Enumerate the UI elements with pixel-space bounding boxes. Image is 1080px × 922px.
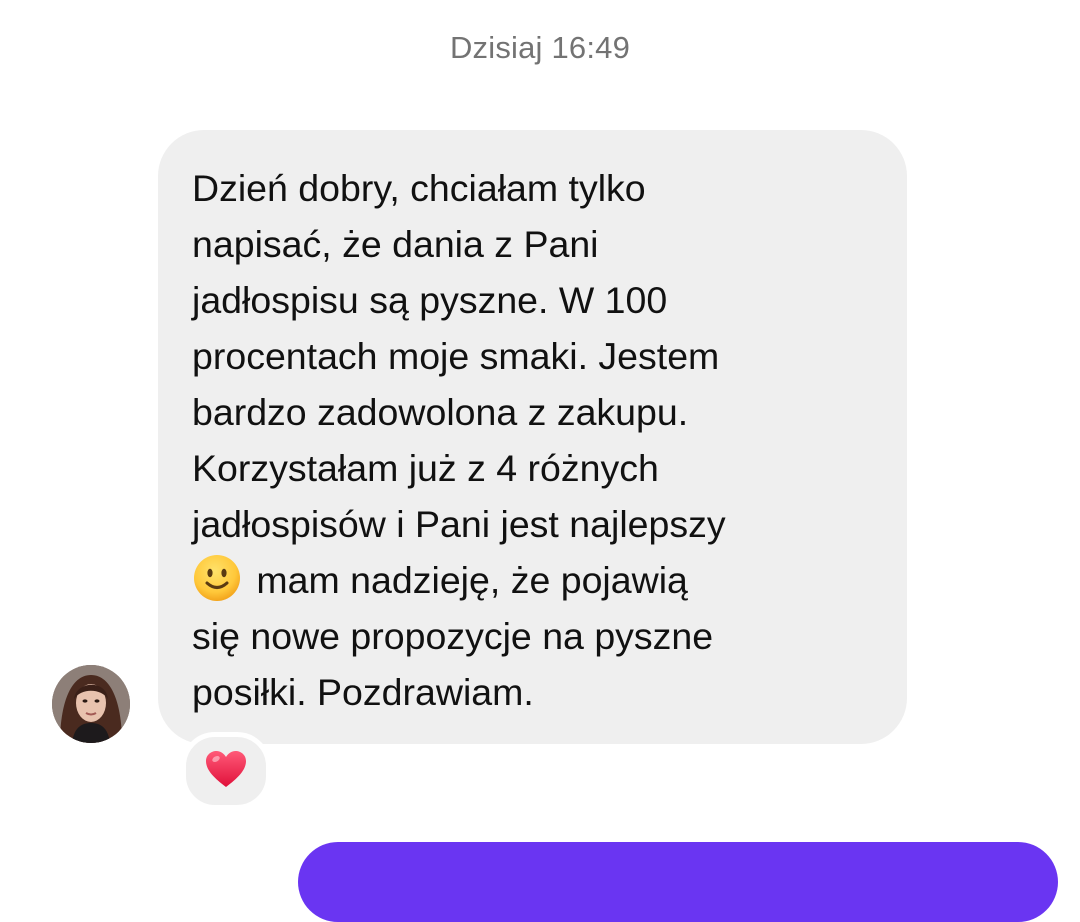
message-timestamp: Dzisiaj 16:49 xyxy=(449,30,631,65)
sender-avatar[interactable] xyxy=(52,665,130,743)
heart-reaction[interactable] xyxy=(181,732,271,810)
message-text: Dzień dobry, chciałam tylko napisać, że … xyxy=(192,160,873,720)
red-heart-icon xyxy=(204,749,248,794)
incoming-message-bubble[interactable]: Dzień dobry, chciałam tylko napisać, że … xyxy=(158,130,907,744)
message-text-part-2: mam nadzieję, że pojawią się nowe propoz… xyxy=(192,559,714,713)
outgoing-message-bubble[interactable] xyxy=(298,842,1058,922)
slightly-smiling-face-icon xyxy=(192,553,242,603)
message-text-part-1: Dzień dobry, chciałam tylko napisać, że … xyxy=(192,167,726,545)
